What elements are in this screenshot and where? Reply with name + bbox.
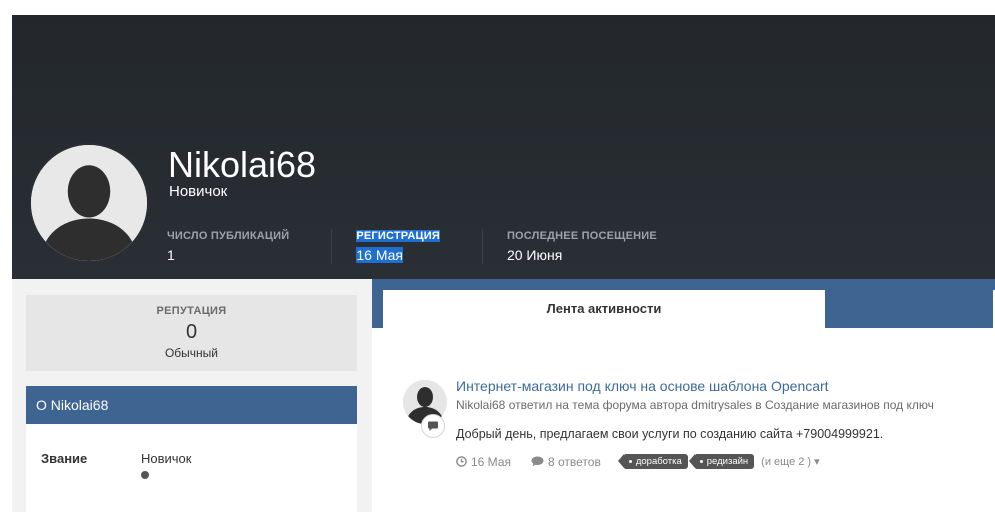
- activity-body: Добрый день, предлагаем свои услуги по с…: [456, 427, 884, 441]
- stat-last-visit: Последнее посещение 20 Июня: [481, 229, 699, 264]
- tag[interactable]: доработка: [617, 454, 688, 469]
- about-key: Звание: [41, 451, 88, 466]
- reputation-type: Обычный: [164, 346, 219, 360]
- stat-label: Число публикаций: [167, 230, 290, 242]
- tag-hole: [699, 460, 703, 463]
- profile-stats: Число публикаций 1 Регистрация 16 Мая По…: [167, 229, 699, 264]
- activity-date-text: 16 Мая: [471, 454, 511, 469]
- tag-hole: [628, 460, 632, 463]
- stat-label: Регистрация: [356, 230, 440, 242]
- activity-replies[interactable]: 8 ответов: [531, 455, 601, 469]
- clock-icon: [456, 456, 467, 467]
- rank-pip: [141, 471, 149, 479]
- about-row: Звание Новичок: [26, 424, 357, 512]
- stat-label: Последнее посещение: [506, 230, 657, 242]
- profile-page: Nikolai68 Новичок Число публикаций 1 Рег…: [0, 0, 995, 512]
- activity-meta: Nikolai68 ответил на тема форума автора …: [456, 398, 934, 412]
- tag[interactable]: редизайн: [688, 454, 755, 469]
- stat-value: 1: [167, 247, 175, 263]
- tab-activity-feed[interactable]: Лента активности: [383, 290, 825, 328]
- stat-value: 16 Мая: [356, 247, 404, 263]
- about-value: Новичок: [141, 451, 192, 466]
- profile-username: Nikolai68: [168, 144, 317, 185]
- tag-label: доработка: [635, 456, 682, 467]
- comment-badge: [421, 414, 445, 438]
- user-silhouette-icon: [31, 145, 147, 261]
- comment-icon: [531, 456, 544, 467]
- profile-avatar[interactable]: [29, 143, 149, 263]
- about-box: О Nikolai68 Звание Новичок: [26, 386, 357, 512]
- activity-title-link[interactable]: Интернет-магазин под ключ на основе шабл…: [456, 378, 829, 394]
- stat-value: 20 Июня: [506, 247, 563, 263]
- comment-icon: [428, 421, 438, 431]
- activity-footer: 16 Мая 8 ответов доработка редизайн (и е…: [456, 454, 820, 469]
- activity-replies-text: 8 ответов: [547, 454, 601, 469]
- reputation-label: РЕПУТАЦИЯ: [156, 305, 227, 317]
- stat-registration: Регистрация 16 Мая: [331, 229, 482, 264]
- reputation-value: 0: [185, 321, 198, 343]
- caret-down-icon: ▾: [814, 456, 820, 468]
- profile-header: Nikolai68 Новичок Число публикаций 1 Рег…: [12, 15, 995, 279]
- more-tags-text: (и еще 2 ): [761, 456, 812, 468]
- activity-date: 16 Мая: [456, 455, 511, 469]
- about-title: О Nikolai68: [26, 386, 357, 424]
- stat-posts: Число публикаций 1: [167, 229, 331, 264]
- profile-rank: Новичок: [169, 183, 228, 200]
- reputation-box: РЕПУТАЦИЯ 0 Обычный: [26, 295, 357, 371]
- tag-label: редизайн: [706, 456, 749, 467]
- more-tags-link[interactable]: (и еще 2 ) ▾: [761, 455, 820, 468]
